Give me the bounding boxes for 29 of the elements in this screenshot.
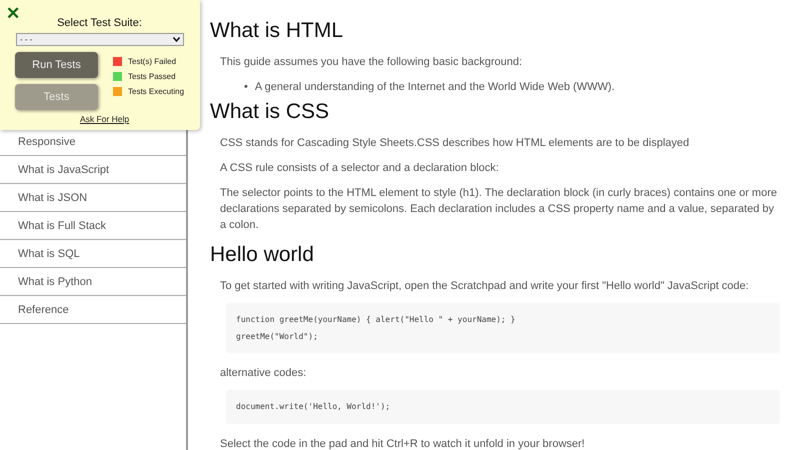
bullet: • (244, 80, 248, 95)
legend-label: Tests Executing (128, 87, 184, 96)
section-heading: What is CSS (210, 99, 330, 125)
sidebar-item[interactable]: Reference (0, 296, 186, 324)
test-button[interactable]: Run Tests (15, 52, 98, 78)
sidebar-item[interactable]: What is SQL (0, 240, 186, 268)
list-item: A general understanding of the Internet and the World Wide Web (WWW). (254, 80, 615, 95)
paragraph: Select the code in the pad and hit Ctrl+R to watch it unfold in your browser! (220, 437, 586, 450)
close-button[interactable]: ✕ (6, 3, 20, 24)
section-heading: Hello world (210, 242, 315, 268)
sidebar-item[interactable]: What is Python (0, 268, 186, 296)
paragraph: alternative codes: (220, 366, 308, 381)
sidebar-item[interactable]: What is Full Stack (0, 212, 186, 240)
chevron-icon (173, 37, 180, 42)
legend-label: Tests Passed (128, 72, 176, 81)
paragraph: To get started with writing JavaScript, open the Scratchpad and write your first "Hello world" JavaScript code: (220, 279, 750, 294)
paragraph: CSS stands for Cascading Style Sheets.CSS describes how HTML elements are to be displayed (220, 136, 690, 151)
select-label: Select Test Suite: (56, 17, 143, 29)
sidebar-item[interactable]: What is JavaScript (0, 156, 186, 184)
section-heading: What is HTML (210, 18, 344, 44)
paragraph: This guide assumes you have the following basic background: (220, 55, 524, 70)
paragraph: The selector points to the HTML element to style (h1). The declaration block (in curly braces) contains one or more declarations separated by semicolons. Each declaration includes a CSS property name and a value, separated by a colon. (220, 186, 778, 233)
code-block: function greetMe(yourName) { alert("Hello " + yourName); } greetMe("World"); (226, 303, 780, 353)
legend-label: Test(s) Failed (128, 57, 176, 66)
code-block: document.write('Hello, World!'); (226, 390, 780, 424)
paragraph: A CSS rule consists of a selector and a declaration block: (220, 161, 500, 176)
suite-select[interactable]: - - - (16, 33, 184, 46)
help-link[interactable]: Ask For Help (80, 114, 130, 124)
sidebar-item[interactable]: What is JSON (0, 184, 186, 212)
